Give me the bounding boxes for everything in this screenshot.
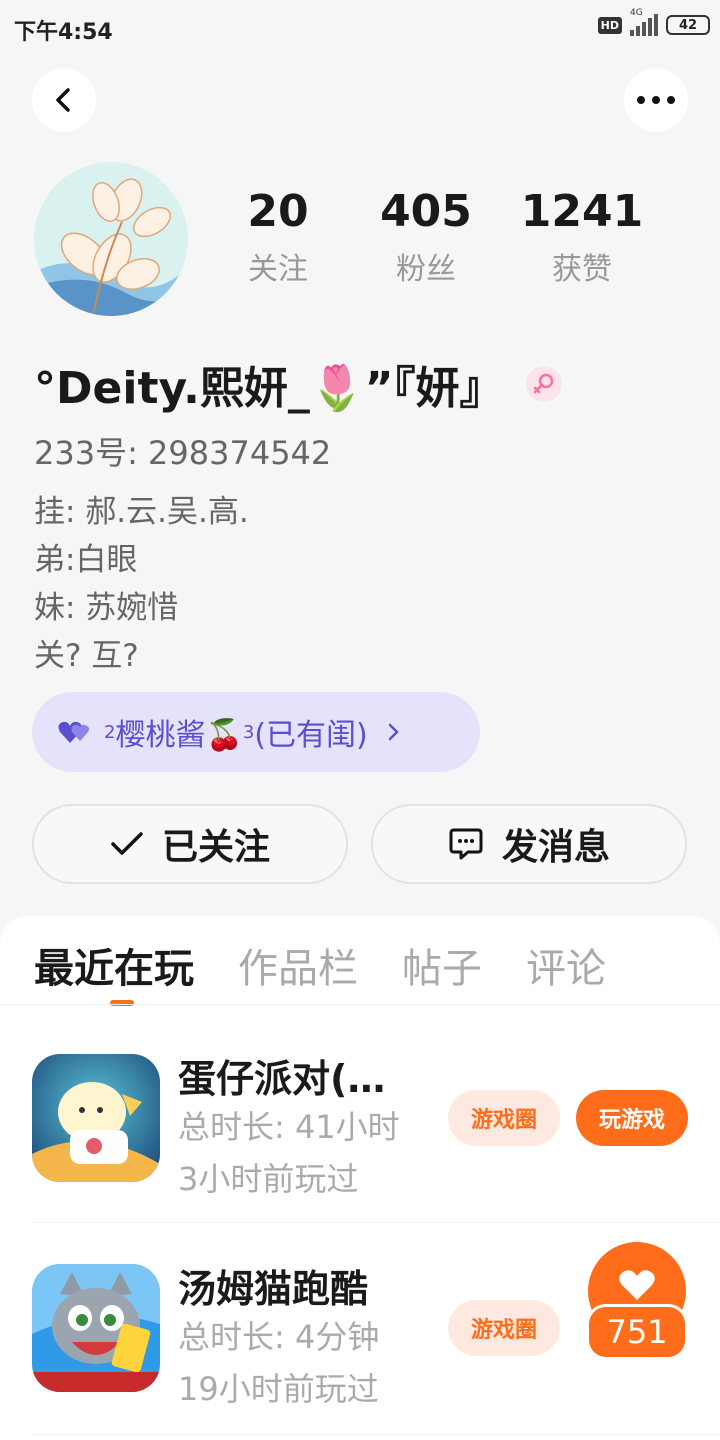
- game-title: 汤姆猫跑酷: [178, 1267, 369, 1311]
- bio-line: 弟:白眼: [34, 542, 138, 578]
- more-button[interactable]: [624, 68, 688, 132]
- status-time: 下午4:54: [14, 20, 113, 45]
- tab-bar: 最近在玩 作品栏 帖子 评论: [34, 936, 606, 994]
- divider: [32, 1222, 720, 1223]
- game-circle-button[interactable]: 游戏圈: [448, 1090, 560, 1146]
- content-panel: 最近在玩 作品栏 帖子 评论 蛋仔派对(… 总时长: 41小时 3小时前玩过 游…: [0, 916, 720, 1440]
- chat-icon: [449, 828, 483, 860]
- tab-indicator: [110, 1000, 134, 1006]
- back-button[interactable]: [32, 68, 96, 132]
- follow-button[interactable]: 已关注: [32, 804, 348, 884]
- stat-following[interactable]: 20 关注: [208, 186, 348, 288]
- user-id: 233号: 298374542: [34, 434, 332, 472]
- heart-icon: [619, 1270, 655, 1300]
- cp-name: 樱桃酱🍒: [115, 718, 243, 753]
- cp-badge[interactable]: 2 樱桃酱🍒 3 (已有闺): [32, 692, 480, 772]
- female-icon: [525, 366, 562, 402]
- status-bar: 下午4:54 HD 4G 42: [0, 0, 720, 54]
- list-item-game[interactable]: 蛋仔派对(… 总时长: 41小时 3小时前玩过 游戏圈 玩游戏: [0, 1054, 720, 1234]
- chevron-left-icon: [56, 88, 70, 112]
- avatar[interactable]: [34, 162, 188, 316]
- hd-icon: HD: [597, 16, 622, 34]
- tab-works[interactable]: 作品栏: [238, 936, 358, 994]
- game-icon-tom-gold-run[interactable]: [32, 1264, 160, 1392]
- profile-name: °Deity.熙妍_🌷”『妍』: [34, 352, 562, 416]
- divider: [0, 1004, 720, 1005]
- bio: 挂: 郝.云.吴.高. 弟:白眼 妹: 苏婉惜 关? 互?: [34, 488, 249, 680]
- tab-recent-played[interactable]: 最近在玩: [34, 936, 194, 994]
- game-duration: 总时长: 41小时: [178, 1108, 400, 1146]
- play-game-button[interactable]: 玩游戏: [576, 1090, 688, 1146]
- chevron-right-icon: [388, 723, 399, 741]
- double-heart-icon: [58, 721, 89, 743]
- like-count: 751: [586, 1304, 688, 1360]
- game-title: 蛋仔派对(…: [178, 1057, 386, 1101]
- tab-comments[interactable]: 评论: [526, 936, 606, 994]
- divider: [32, 1434, 720, 1435]
- signal-icon: 4G: [630, 8, 658, 36]
- game-icon-eggy-party[interactable]: [32, 1054, 160, 1182]
- game-duration: 总时长: 4分钟: [178, 1318, 380, 1356]
- cp-status: (已有闺): [254, 718, 368, 753]
- stat-fans[interactable]: 405 粉丝: [356, 186, 496, 288]
- more-icon: [637, 96, 675, 104]
- bio-line: 关? 互?: [34, 638, 139, 674]
- username: °Deity.熙妍_🌷”『妍』: [34, 363, 504, 414]
- game-circle-button[interactable]: 游戏圈: [448, 1300, 560, 1356]
- bio-line: 挂: 郝.云.吴.高.: [34, 494, 249, 530]
- bio-line: 妹: 苏婉惜: [34, 590, 179, 626]
- tab-posts[interactable]: 帖子: [402, 936, 482, 994]
- message-button[interactable]: 发消息: [371, 804, 687, 884]
- game-last-played: 3小时前玩过: [178, 1160, 359, 1198]
- game-last-played: 19小时前玩过: [178, 1370, 379, 1408]
- battery-icon: 42: [666, 15, 710, 35]
- stat-likes[interactable]: 1241 获赞: [512, 186, 652, 288]
- check-icon: [111, 832, 143, 855]
